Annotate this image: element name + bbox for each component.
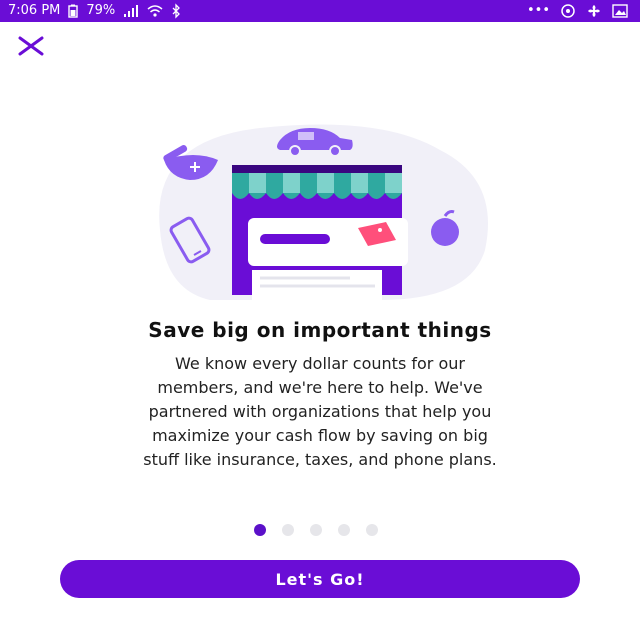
lets-go-button[interactable]: Let's Go! [60,560,580,598]
close-icon [18,36,44,56]
page-dot-2[interactable] [282,524,294,536]
page-dot-5[interactable] [366,524,378,536]
fan-icon [588,5,600,17]
battery-percent: 79% [86,3,116,18]
store-illustration [140,110,500,310]
pagination-dots [254,524,378,536]
battery-icon [68,4,79,18]
status-bar: 7:06 PM 79% ••• [0,0,640,22]
wifi-icon [147,5,163,17]
page-dot-1[interactable] [254,524,266,536]
time-label: 7:06 PM [8,3,61,18]
onboarding-body: We know every dollar counts for our memb… [50,352,590,472]
body-line: stuff like insurance, taxes, and phone p… [143,450,497,469]
body-line: partnered with organizations that help y… [148,402,492,421]
alarm-icon [561,4,575,18]
status-right: ••• [527,3,628,19]
onboarding-headline: Save big on important things [148,318,492,342]
bluetooth-icon [172,3,181,19]
body-line: members, and we're here to help. We've [157,378,483,397]
body-line: We know every dollar counts for our [175,354,465,373]
image-icon [612,4,628,18]
signal-icon [124,5,139,17]
page-dot-3[interactable] [310,524,322,536]
close-button[interactable] [14,33,48,59]
body-line: maximize your cash flow by saving on big [152,426,488,445]
more-dots-icon: ••• [526,3,550,18]
status-left: 7:06 PM 79% [8,3,181,19]
page-dot-4[interactable] [338,524,350,536]
